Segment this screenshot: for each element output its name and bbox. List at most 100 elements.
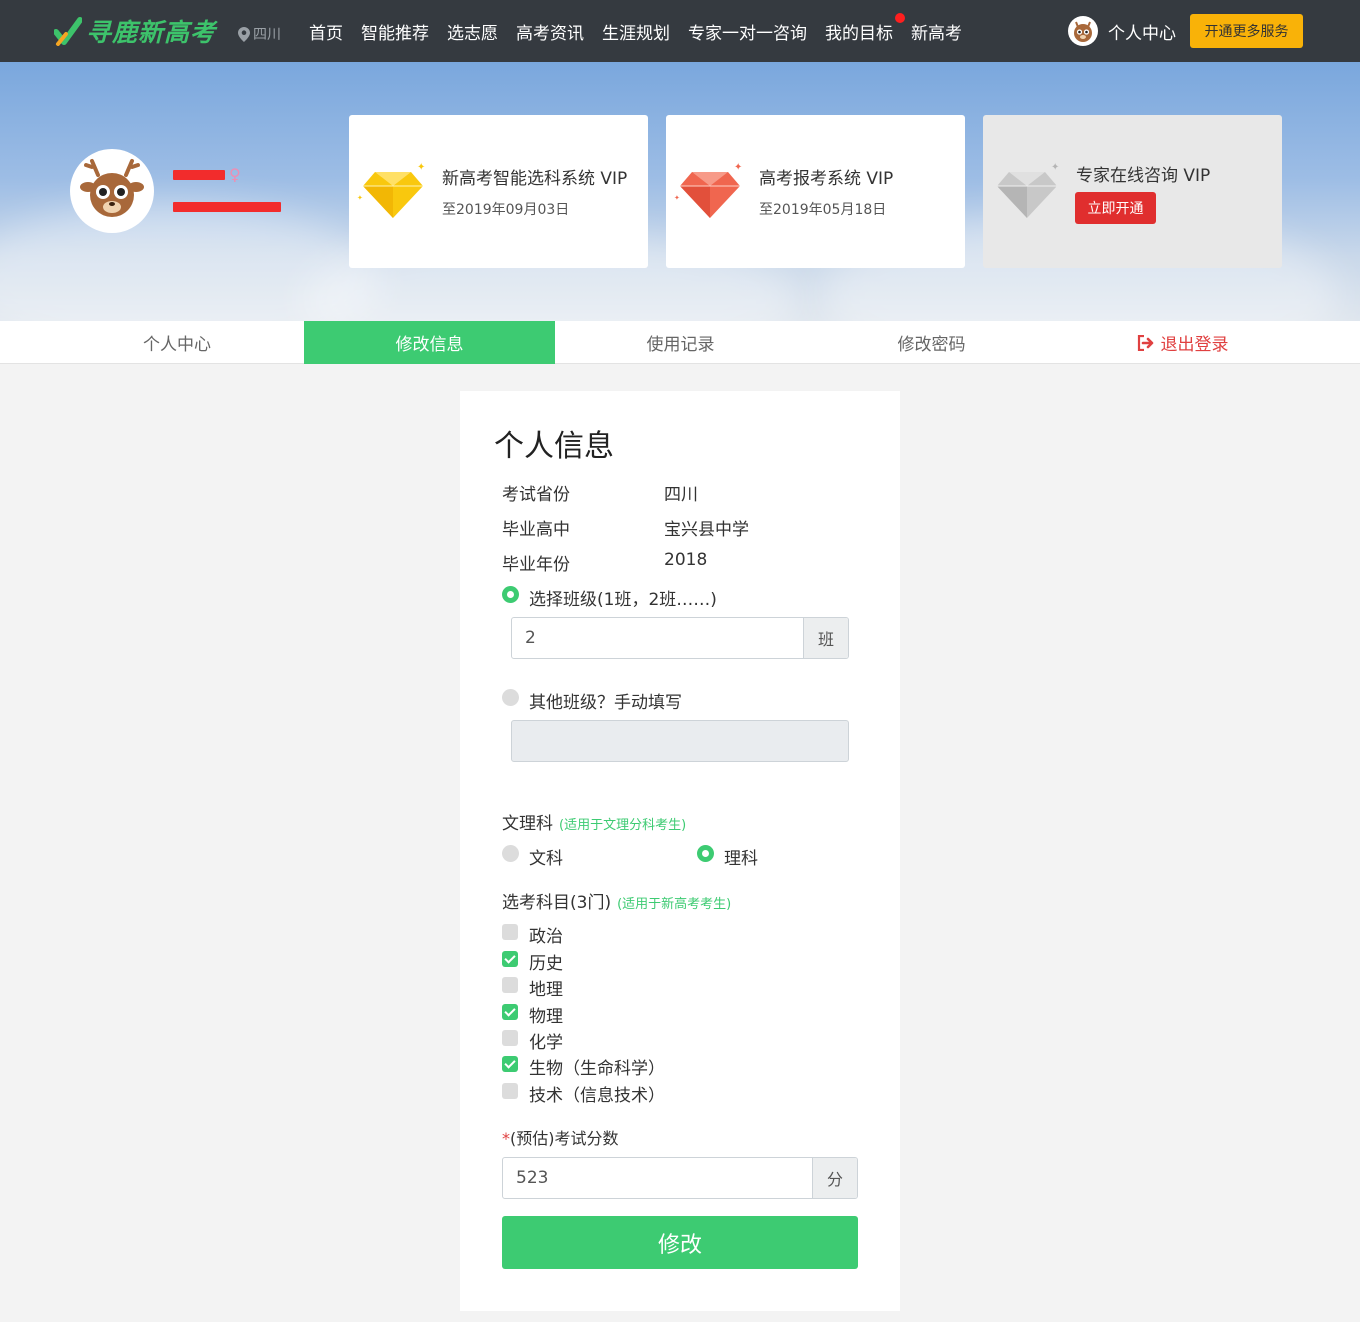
score-suffix: 分 — [812, 1158, 857, 1198]
stream-science-radio[interactable] — [697, 845, 714, 862]
subject-checkbox-geography[interactable] — [502, 977, 518, 993]
open-more-services-button[interactable]: 开通更多服务 — [1190, 14, 1303, 48]
open-now-button[interactable]: 立即开通 — [1075, 192, 1156, 224]
vip-card-application[interactable]: ✦ ✦ 高考报考系统 VIP 至2019年05月18日 — [666, 115, 965, 268]
subject-label: 物理 — [529, 1007, 563, 1027]
redacted-username: ♀ — [173, 165, 241, 184]
tab-usage-records[interactable]: 使用记录 — [555, 321, 806, 364]
deer-avatar-icon — [80, 159, 144, 217]
submit-button[interactable]: 修改 — [502, 1216, 858, 1269]
svg-text:✦: ✦ — [1051, 162, 1059, 173]
school-value: 宝兴县中学 — [664, 520, 749, 540]
subject-label: 政治 — [529, 927, 563, 947]
logout-label: 退出登录 — [1160, 335, 1229, 355]
vip-card-date: 至2019年09月03日 — [442, 202, 570, 218]
subject-label: 地理 — [529, 980, 563, 1000]
top-navbar: 寻鹿新高考 四川 首页 智能推荐 选志愿 高考资讯 生涯规划 专家一对一咨询 我… — [0, 0, 1360, 62]
nav-new-gaokao[interactable]: 新高考 — [911, 19, 962, 44]
nav-expert-consult[interactable]: 专家一对一咨询 — [688, 19, 807, 44]
stream-arts-label: 文科 — [529, 849, 563, 869]
female-icon: ♀ — [229, 165, 241, 184]
vip-card-title: 新高考智能选科系统 VIP — [442, 169, 628, 189]
class-other-radio[interactable] — [502, 689, 519, 706]
profile-avatar[interactable] — [70, 149, 154, 233]
subject-label: 历史 — [529, 954, 563, 974]
vip-card-date: 至2019年05月18日 — [759, 202, 887, 218]
svg-text:✦: ✦ — [357, 194, 363, 202]
school-label: 毕业高中 — [502, 520, 570, 540]
class-number-input[interactable] — [512, 618, 803, 658]
redacted-phone — [173, 202, 281, 212]
page-title: 个人信息 — [494, 429, 614, 464]
nav-my-goals-label: 我的目标 — [825, 23, 893, 44]
score-input[interactable] — [503, 1158, 812, 1198]
main-nav: 首页 智能推荐 选志愿 高考资讯 生涯规划 专家一对一咨询 我的目标 新高考 — [300, 0, 971, 62]
nav-career-planning[interactable]: 生涯规划 — [602, 19, 670, 44]
subjects-hint: (适用于新高考考生) — [617, 897, 732, 912]
profile-banner: ♀ ✦ ✦ 新高考智能选科系统 VIP 至2019年09月03日 ✦ ✦ 高考报… — [0, 62, 1360, 321]
nav-home[interactable]: 首页 — [309, 19, 343, 44]
score-label-text: (预估)考试分数 — [510, 1129, 619, 1148]
score-input-group: 分 — [502, 1157, 858, 1199]
tab-personal-center[interactable]: 个人中心 — [0, 321, 304, 364]
gold-diamond-icon: ✦ ✦ — [357, 162, 425, 218]
subject-checkbox-technology[interactable] — [502, 1083, 518, 1099]
subject-label: 化学 — [529, 1033, 563, 1053]
year-value: 2018 — [664, 550, 708, 570]
personal-info-form: 个人信息 考试省份 四川 毕业高中 宝兴县中学 毕业年份 2018 选择班级(1… — [460, 391, 900, 1311]
sign-out-icon — [1137, 334, 1153, 351]
subjects-label-text: 选考科目(3门) — [502, 893, 612, 913]
subject-checkbox-history[interactable] — [502, 951, 518, 967]
subject-checkbox-chemistry[interactable] — [502, 1030, 518, 1046]
location-label: 四川 — [253, 27, 281, 43]
tab-change-password[interactable]: 修改密码 — [806, 321, 1057, 364]
notification-dot — [895, 12, 905, 23]
svg-text:✦: ✦ — [417, 162, 425, 173]
deer-avatar-icon — [1074, 21, 1092, 42]
nav-exam-news[interactable]: 高考资讯 — [516, 19, 584, 44]
user-center-link[interactable]: 个人中心 — [1068, 16, 1176, 46]
class-suffix: 班 — [803, 618, 848, 658]
site-logo[interactable]: 寻鹿新高考 — [54, 14, 216, 48]
subject-checkbox-biology[interactable] — [502, 1056, 518, 1072]
map-pin-icon — [238, 26, 250, 42]
vip-card-title: 高考报考系统 VIP — [759, 169, 894, 189]
subject-checkbox-physics[interactable] — [502, 1004, 518, 1020]
redaction-bar — [173, 169, 225, 180]
nav-my-goals[interactable]: 我的目标 — [825, 12, 905, 44]
nav-smart-recommend[interactable]: 智能推荐 — [361, 19, 429, 44]
year-label: 毕业年份 — [502, 555, 570, 575]
tab-edit-info[interactable]: 修改信息 — [304, 321, 555, 364]
vip-card-title: 专家在线咨询 VIP — [1076, 166, 1211, 186]
vip-card-expert-consult: ✦ 专家在线咨询 VIP 立即开通 — [983, 115, 1282, 268]
avatar — [1068, 16, 1098, 46]
profile-tabs: 个人中心 修改信息 使用记录 修改密码 退出登录 — [0, 321, 1360, 364]
subjects-label: 选考科目(3门) (适用于新高考考生) — [502, 888, 731, 913]
class-manual-input[interactable] — [511, 720, 849, 762]
location-selector[interactable]: 四川 — [238, 24, 281, 44]
logo-text: 寻鹿新高考 — [86, 18, 217, 47]
nav-choose-volunteer[interactable]: 选志愿 — [447, 19, 498, 44]
vip-card-subject-selection[interactable]: ✦ ✦ 新高考智能选科系统 VIP 至2019年09月03日 — [349, 115, 648, 268]
subject-label: 生物（生命科学） — [529, 1059, 665, 1079]
class-select-label: 选择班级(1班，2班……) — [529, 590, 717, 610]
score-label: *(预估)考试分数 — [502, 1125, 619, 1149]
stream-hint: (适用于文理分科考生) — [559, 818, 687, 833]
stream-science-label: 理科 — [724, 849, 758, 869]
class-input-group: 班 — [511, 617, 849, 659]
subject-label: 技术（信息技术） — [529, 1086, 665, 1106]
class-other-label: 其他班级？手动填写 — [529, 693, 682, 713]
red-diamond-icon: ✦ ✦ — [674, 162, 742, 218]
class-select-radio[interactable] — [502, 586, 519, 603]
stream-arts-radio[interactable] — [502, 845, 519, 862]
svg-text:✦: ✦ — [734, 162, 742, 173]
required-asterisk: * — [502, 1129, 510, 1148]
province-label: 考试省份 — [502, 485, 570, 505]
checkmark-logo-icon — [54, 17, 82, 46]
province-value: 四川 — [664, 485, 698, 505]
stream-label: 文理科 (适用于文理分科考生) — [502, 809, 686, 834]
svg-text:✦: ✦ — [674, 194, 680, 202]
user-center-label: 个人中心 — [1108, 23, 1176, 44]
tab-logout[interactable]: 退出登录 — [1057, 321, 1308, 364]
subject-checkbox-politics[interactable] — [502, 924, 518, 940]
